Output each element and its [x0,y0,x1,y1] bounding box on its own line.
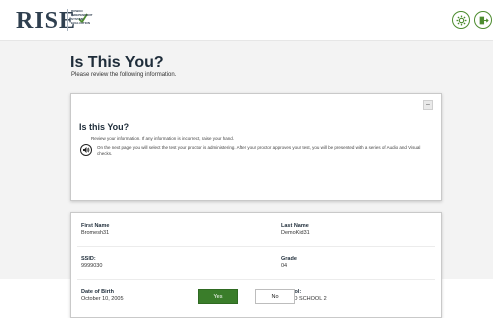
gear-icon [456,15,466,25]
instructions-line-2: On the next page you will select the tes… [97,145,421,156]
yes-button[interactable]: Yes [198,289,238,304]
last-name-value: DemoKid31 [281,230,310,236]
settings-button[interactable] [452,11,470,29]
main-content: Is This You? Please review the following… [0,41,493,318]
grade-label: Grade [281,256,297,262]
no-button[interactable]: No [255,289,295,304]
dob-field: Date of Birth October 10, 2005 [81,289,124,302]
grade-value: 04 [281,263,288,269]
logo-divider [67,9,68,31]
page-subtitle: Please review the following information. [71,72,177,78]
instructions-panel: – Is this You? Review your information. … [70,93,442,201]
logout-icon [479,16,489,24]
ssid-label: SSID: [81,256,96,262]
instructions-line-1: Review your information. If any informat… [91,136,235,141]
instructions-heading: Is this You? [79,122,130,132]
first-name-field: First Name Bromesh31 [81,223,109,236]
row-divider [77,246,435,247]
last-name-field: Last Name DemoKid31 [281,223,310,236]
logout-button[interactable] [474,11,492,29]
first-name-value: Bromesh31 [81,230,110,236]
app-header: RISE ROWAN INDEPENDENT SYSTEM EVALUATION [0,0,493,41]
speaker-icon [83,147,90,153]
page-title: Is This You? [70,54,164,71]
collapse-button[interactable]: – [423,100,433,110]
grade-field: Grade 04 [281,256,297,269]
first-name-label: First Name [81,223,110,229]
ssid-field: SSID: 9999030 [81,256,102,269]
dob-label: Date of Birth [81,289,114,295]
audio-button[interactable] [80,144,92,156]
ssid-value: 9999030 [81,263,103,269]
last-name-label: Last Name [281,223,309,229]
logo-tagline: ROWAN INDEPENDENT SYSTEM EVALUATION [71,9,93,25]
row-divider [77,279,435,280]
dob-value: October 10, 2005 [81,296,124,302]
